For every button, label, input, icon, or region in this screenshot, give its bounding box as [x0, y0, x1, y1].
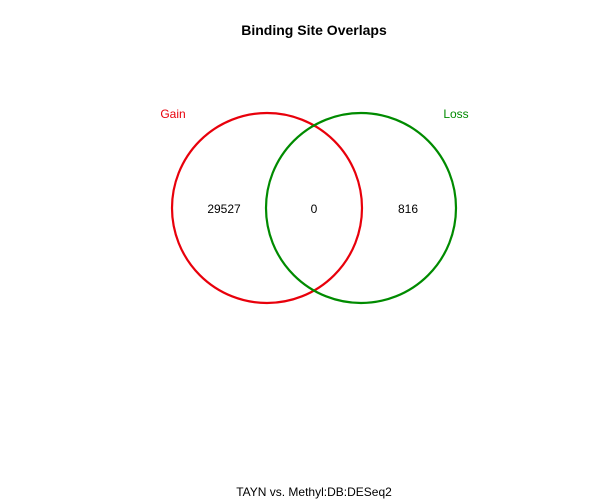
gain-only-count: 29527 [207, 202, 241, 216]
diagram-title: Binding Site Overlaps [241, 22, 387, 38]
footer-caption: TAYN vs. Methyl:DB:DESeq2 [236, 485, 392, 499]
gain-label: Gain [160, 107, 185, 121]
overlap-count: 0 [311, 202, 318, 216]
loss-label: Loss [443, 107, 468, 121]
loss-only-count: 816 [398, 202, 418, 216]
venn-diagram: Binding Site Overlaps Gain Loss 29527 0 … [160, 22, 468, 499]
